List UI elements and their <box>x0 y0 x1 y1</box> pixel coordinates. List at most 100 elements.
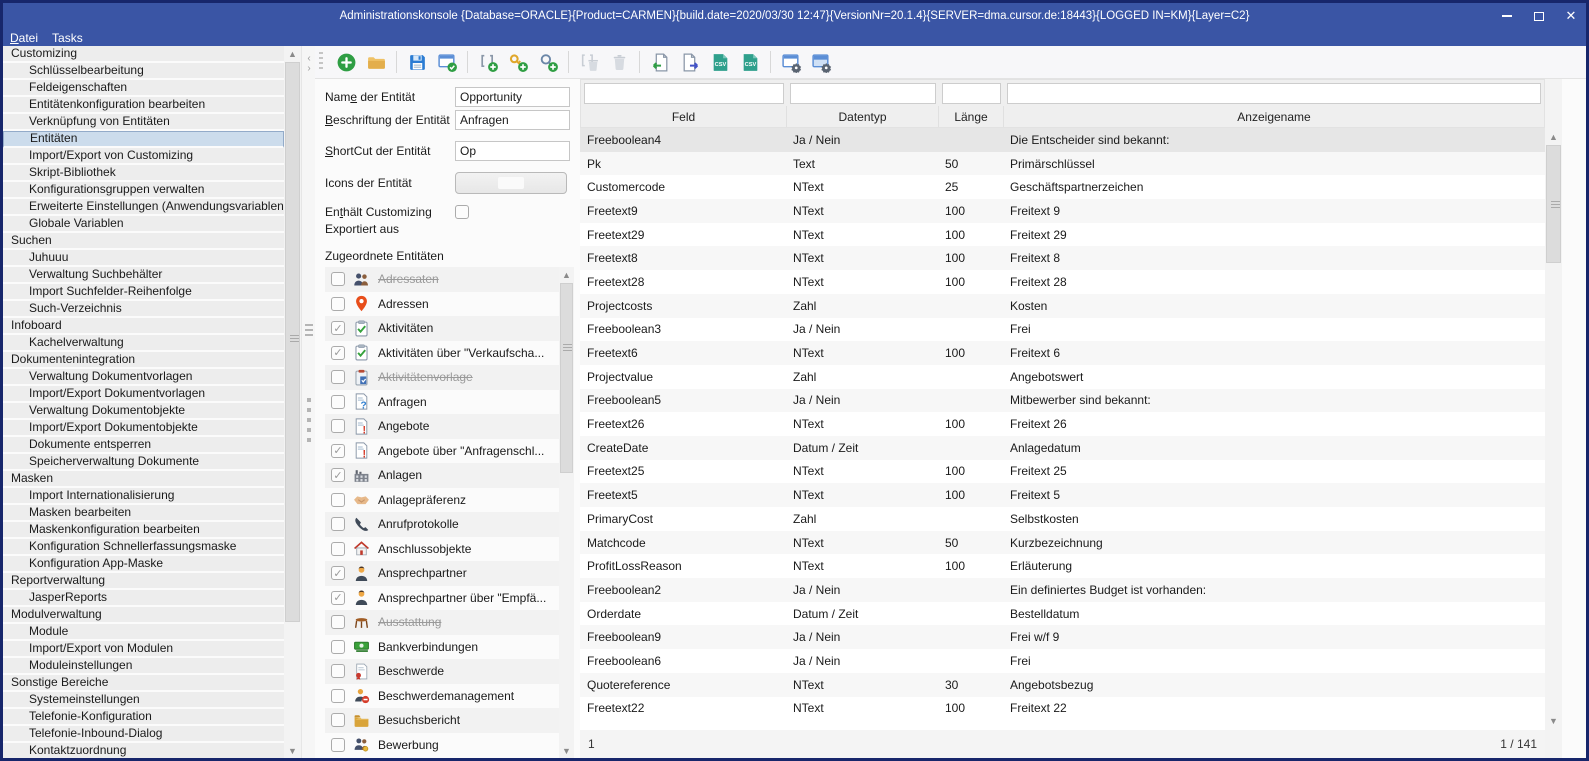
assigned-entity-row[interactable]: Anrufprotokolle <box>325 512 559 537</box>
assigned-entity-row[interactable]: Adressaten <box>325 267 559 292</box>
entity-name-input[interactable] <box>455 87 570 107</box>
scroll-up-icon[interactable]: ▲ <box>559 267 574 282</box>
column-header-länge[interactable]: Länge <box>939 106 1004 127</box>
assigned-entity-row[interactable]: Adressen <box>325 292 559 317</box>
assigned-entity-row[interactable]: Ausstattung <box>325 610 559 635</box>
new-button[interactable] <box>331 48 361 76</box>
assigned-entity-row[interactable]: ✓!Angebote über "Anfragenschl... <box>325 439 559 464</box>
sidebar-item[interactable]: Import/Export von Customizing <box>3 148 284 165</box>
sidebar-item[interactable]: Entitätenkonfiguration bearbeiten <box>3 97 284 114</box>
sidebar-item[interactable]: Import/Export von Modulen <box>3 641 284 658</box>
maximize-button[interactable] <box>1530 7 1548 25</box>
scrollbar-thumb[interactable] <box>285 62 300 622</box>
assigned-entity-row[interactable]: ✓Aktivitäten über "Verkaufscha... <box>325 341 559 366</box>
entity-checkbox[interactable] <box>331 297 345 311</box>
sidebar-item[interactable]: Import/Export Dokumentvorlagen <box>3 386 284 403</box>
table-row[interactable]: CreateDateDatum / ZeitAnlagedatum <box>580 436 1545 460</box>
assigned-entity-row[interactable]: ✓Anlagen <box>325 463 559 488</box>
filter-input-länge[interactable] <box>942 83 1001 104</box>
csv-export-button[interactable]: CSV <box>735 48 765 76</box>
sidebar-item[interactable]: Telefonie-Konfiguration <box>3 709 284 726</box>
entity-checkbox[interactable] <box>331 615 345 629</box>
entity-checkbox[interactable] <box>331 395 345 409</box>
column-header-datentyp[interactable]: Datentyp <box>787 106 939 127</box>
assigned-entity-row[interactable]: ✓Ansprechpartner über "Empfä... <box>325 586 559 611</box>
close-button[interactable]: ✕ <box>1562 7 1580 25</box>
table-row[interactable]: Freetext26NText100Freitext 26 <box>580 412 1545 436</box>
sidebar-item[interactable]: Infoboard <box>3 318 284 335</box>
filter-input-anzeigename[interactable] <box>1007 83 1541 104</box>
assigned-entity-row[interactable]: Beschwerde <box>325 659 559 684</box>
filter-input-datentyp[interactable] <box>790 83 936 104</box>
column-header-anzeigename[interactable]: Anzeigename <box>1004 106 1544 127</box>
scroll-up-icon[interactable]: ▲ <box>1545 129 1562 144</box>
sidebar-item[interactable]: Dokumente entsperren <box>3 437 284 454</box>
table-row[interactable]: ProjectvalueZahlAngebotswert <box>580 365 1545 389</box>
entity-checkbox[interactable]: ✓ <box>331 468 345 482</box>
sidebar-scrollbar[interactable]: ▲ ▼ <box>284 46 301 758</box>
sidebar-item[interactable]: Import Suchfelder-Reihenfolge <box>3 284 284 301</box>
table-row[interactable]: MatchcodeNText50Kurzbezeichnung <box>580 531 1545 555</box>
sidebar-item[interactable]: Konfigurationsgruppen verwalten <box>3 182 284 199</box>
sidebar-item[interactable]: Erweiterte Einstellungen (Anwendungsvari… <box>3 199 284 216</box>
sidebar-item[interactable]: Such-Verzeichnis <box>3 301 284 318</box>
sidebar-item[interactable]: Masken <box>3 471 284 488</box>
import-button[interactable] <box>645 48 675 76</box>
sidebar-item[interactable]: Kontaktzuordnung <box>3 743 284 758</box>
assigned-entity-row[interactable]: !Angebote <box>325 414 559 439</box>
open-button[interactable] <box>361 48 391 76</box>
assigned-entity-row[interactable]: Besuchsbericht <box>325 708 559 733</box>
table-row[interactable]: Freeboolean4Ja / NeinDie Entscheider sin… <box>580 128 1545 152</box>
sidebar-item[interactable]: Systemeinstellungen <box>3 692 284 709</box>
sidebar-item[interactable]: Verwaltung Dokumentvorlagen <box>3 369 284 386</box>
sidebar-item[interactable]: Konfiguration App-Maske <box>3 556 284 573</box>
entity-checkbox[interactable] <box>331 738 345 752</box>
assigned-entity-row[interactable]: Bewerbung <box>325 733 559 758</box>
entity-checkbox[interactable]: ✓ <box>331 321 345 335</box>
entity-checkbox[interactable]: ✓ <box>331 566 345 580</box>
window-settings-1-button[interactable] <box>776 48 806 76</box>
collapse-expand-icons[interactable]: ‹› <box>302 54 316 74</box>
sidebar-item[interactable]: Konfiguration Schnellerfassungsmaske <box>3 539 284 556</box>
sidebar-item[interactable]: Verwaltung Suchbehälter <box>3 267 284 284</box>
sidebar-item[interactable]: Masken bearbeiten <box>3 505 284 522</box>
entity-checkbox[interactable] <box>331 517 345 531</box>
assigned-entity-row[interactable]: ✓Aktivitäten <box>325 316 559 341</box>
entity-checkbox[interactable] <box>331 370 345 384</box>
assigned-entity-row[interactable]: Aktivitätenvorlage <box>325 365 559 390</box>
add-search-button[interactable] <box>533 48 563 76</box>
table-row[interactable]: Freetext6NText100Freitext 6 <box>580 341 1545 365</box>
assigned-entity-row[interactable]: Bankverbindungen <box>325 635 559 660</box>
table-row[interactable]: PrimaryCostZahlSelbstkosten <box>580 507 1545 531</box>
entity-checkbox[interactable] <box>331 640 345 654</box>
table-row[interactable]: Freeboolean6Ja / NeinFrei <box>580 649 1545 673</box>
assigned-entity-row[interactable]: Anlagepräferenz <box>325 488 559 513</box>
contains-customizing-checkbox[interactable] <box>455 205 469 219</box>
entity-checkbox[interactable]: ✓ <box>331 591 345 605</box>
sidebar-item[interactable]: Verwaltung Dokumentobjekte <box>3 403 284 420</box>
minimize-button[interactable] <box>1498 7 1516 25</box>
table-row[interactable]: Freetext8NText100Freitext 8 <box>580 246 1545 270</box>
sidebar-item[interactable]: Globale Variablen <box>3 216 284 233</box>
entity-checkbox[interactable] <box>331 664 345 678</box>
sidebar-item[interactable]: Reportverwaltung <box>3 573 284 590</box>
entity-shortcut-input[interactable] <box>455 141 570 161</box>
entities-scrollbar[interactable]: ▲ ▼ <box>559 267 574 758</box>
sidebar-item[interactable]: Telefonie-Inbound-Dialog <box>3 726 284 743</box>
entity-caption-input[interactable] <box>455 110 570 130</box>
sidebar-item[interactable]: Import Internationalisierung <box>3 488 284 505</box>
assigned-entity-row[interactable]: ?Anfragen <box>325 390 559 415</box>
table-row[interactable]: Freetext22NText100Freitext 22 <box>580 697 1545 721</box>
entity-checkbox[interactable] <box>331 493 345 507</box>
table-row[interactable]: OrderdateDatum / ZeitBestelldatum <box>580 602 1545 626</box>
entity-checkbox[interactable] <box>331 542 345 556</box>
sidebar-item[interactable]: Modulverwaltung <box>3 607 284 624</box>
table-row[interactable]: Freetext25NText100Freitext 25 <box>580 460 1545 484</box>
save-button[interactable] <box>402 48 432 76</box>
table-row[interactable]: ProjectcostsZahlKosten <box>580 294 1545 318</box>
column-header-feld[interactable]: Feld <box>581 106 787 127</box>
export-button[interactable] <box>675 48 705 76</box>
assigned-entity-row[interactable]: Beschwerdemanagement <box>325 684 559 709</box>
sidebar-item[interactable]: Entitäten <box>3 131 284 148</box>
sidebar-item[interactable]: Import/Export Dokumentobjekte <box>3 420 284 437</box>
